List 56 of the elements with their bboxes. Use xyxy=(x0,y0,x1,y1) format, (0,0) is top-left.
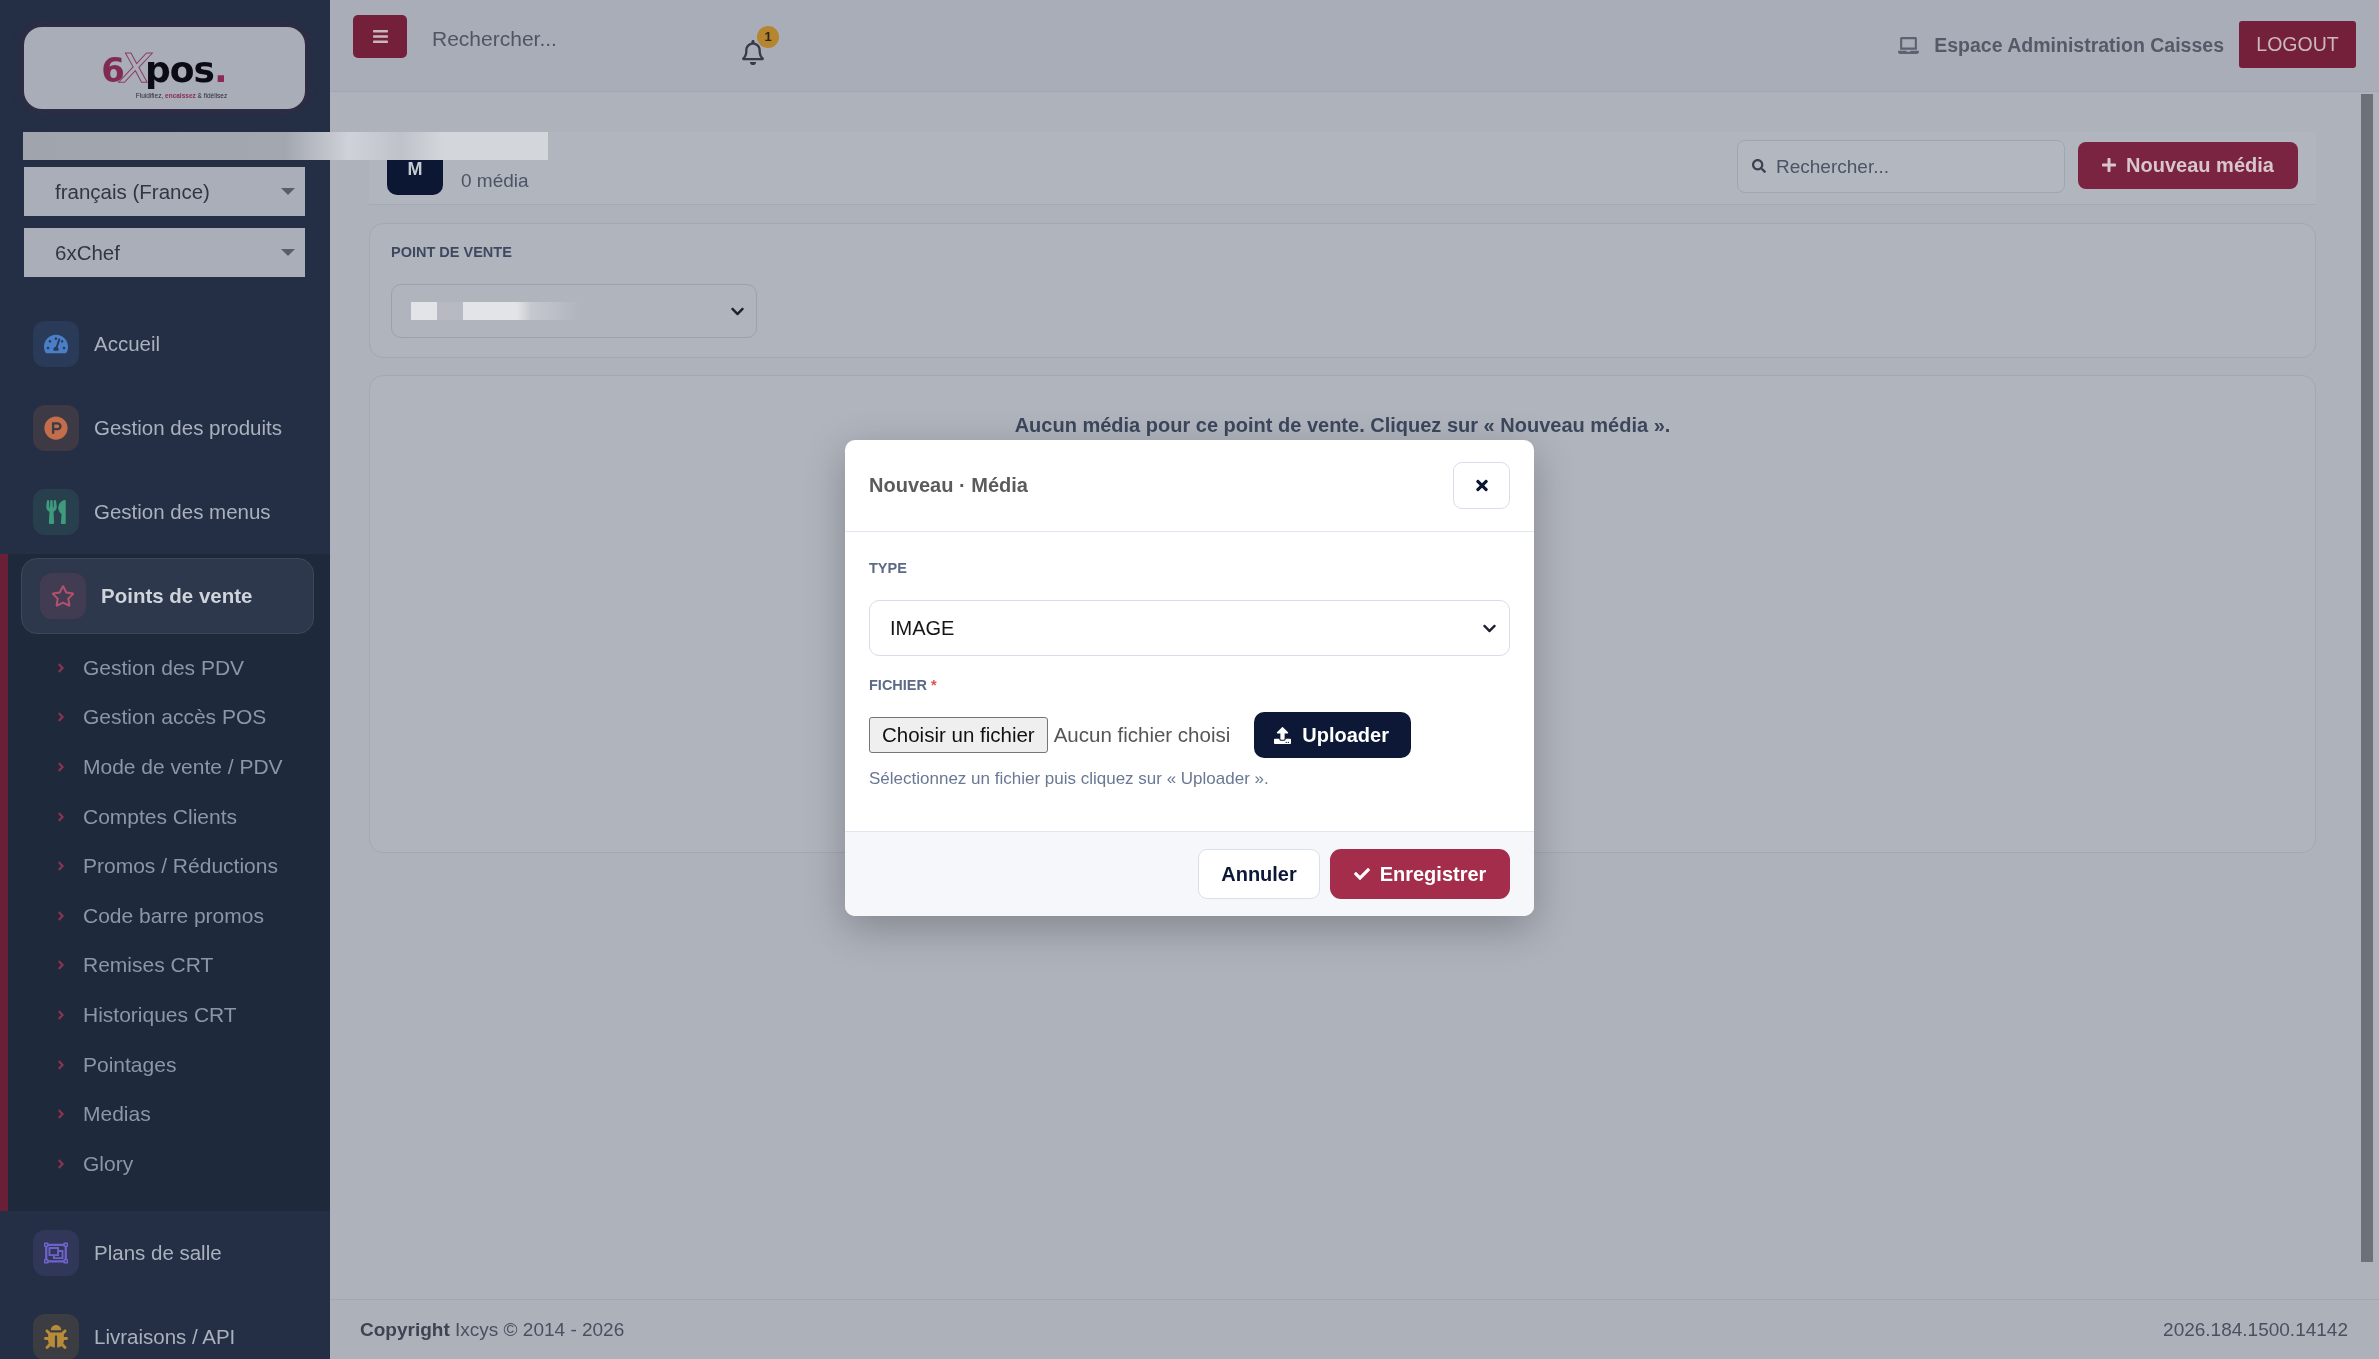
chevron-right-icon xyxy=(57,760,65,774)
sidebar-item[interactable]: Livraisons / API xyxy=(0,1294,330,1359)
search-icon xyxy=(1752,159,1766,173)
sidebar-subitem[interactable]: Gestion des PDV xyxy=(8,643,330,693)
sidebar-subitem[interactable]: Promos / Réductions xyxy=(8,841,330,891)
sidebar-subitem[interactable]: Gestion accès POS xyxy=(8,692,330,743)
sidebar-item[interactable]: Gestion des menus xyxy=(0,470,330,554)
cancel-button[interactable]: Annuler xyxy=(1198,849,1320,899)
field-label: FICHIER * xyxy=(869,677,938,694)
field-label: TYPE xyxy=(869,560,908,577)
type-select[interactable]: IMAGE xyxy=(869,600,1510,656)
save-button[interactable]: Enregistrer xyxy=(1330,849,1510,899)
copyright-text: Copyright Ixcys © 2014 - 2026 xyxy=(360,1318,625,1341)
dialog-title: Nouveau · Média xyxy=(869,474,1028,497)
language-select[interactable]: français (France) xyxy=(24,167,305,216)
scrollbar-thumb[interactable] xyxy=(2361,94,2373,1262)
plus-icon xyxy=(2102,157,2117,173)
sidebar-subitem[interactable]: Historiques CRT xyxy=(8,990,330,1040)
sidebar-subitem[interactable]: Medias xyxy=(8,1089,330,1139)
upload-button[interactable]: Uploader xyxy=(1254,712,1411,758)
caret-icon xyxy=(281,249,295,256)
workspace-label: Espace Administration Caisses xyxy=(1934,34,2224,57)
search-field[interactable]: Rechercher... xyxy=(425,22,725,56)
sidebar-item[interactable]: Plans de salle xyxy=(0,1210,330,1295)
close-button[interactable] xyxy=(1453,462,1510,509)
version-text: 2026.184.1500.14142 xyxy=(2163,1318,2348,1341)
logout-button[interactable]: LOGOUT xyxy=(2239,21,2356,68)
caret-icon xyxy=(281,188,295,195)
file-status: Aucun fichier choisi xyxy=(1053,723,1231,747)
help-text: Sélectionnez un fichier puis cliquez sur « Uploader ». xyxy=(869,769,1270,789)
notification-count: 1 xyxy=(757,26,779,48)
media-count: 0 média xyxy=(461,170,529,192)
sidebar-subitem[interactable]: Glory xyxy=(8,1138,330,1189)
menu-button[interactable] xyxy=(353,15,407,58)
sidebar-subitem[interactable]: Comptes Clients xyxy=(8,791,330,842)
upload-icon xyxy=(1274,726,1292,744)
field-label: POINT DE VENTE xyxy=(391,244,513,261)
company-select[interactable]: 6xChef xyxy=(24,228,305,277)
empty-message: Aucun média pour ce point de vente. Cliquez sur « Nouveau média ». xyxy=(1014,414,1671,436)
sidebar-item[interactable]: Points de vente xyxy=(21,558,314,634)
sidebar-subitem[interactable]: Pointages xyxy=(8,1039,330,1090)
sidebar-subitem[interactable]: Mode de vente / PDV xyxy=(8,742,330,792)
search-field[interactable]: Rechercher... xyxy=(1737,140,2065,193)
sidebar-item[interactable]: Gestion des produits xyxy=(0,386,330,470)
close-icon xyxy=(1475,477,1488,494)
menu-icon xyxy=(372,28,388,45)
choose-file-button[interactable]: Choisir un fichier xyxy=(869,717,1048,753)
sidebar-item[interactable]: Accueil xyxy=(0,302,330,386)
sidebar-subitem[interactable]: Code barre promos xyxy=(8,890,330,941)
sidebar-subitem[interactable]: Remises CRT xyxy=(8,940,330,991)
laptop-icon xyxy=(1898,37,1920,54)
check-icon xyxy=(1353,866,1370,882)
letter-avatar: M xyxy=(387,159,443,195)
new-media-button[interactable]: Nouveau média xyxy=(2078,141,2298,189)
logo-wordmark: 6xpos. xyxy=(101,37,228,91)
bell-icon[interactable] xyxy=(742,40,764,65)
